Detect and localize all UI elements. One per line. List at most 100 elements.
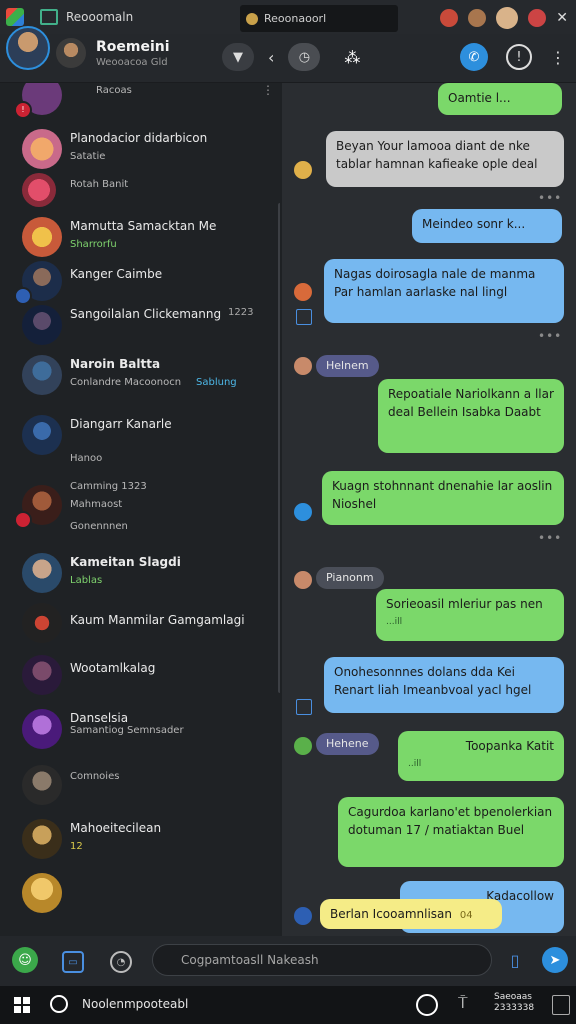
header-controls: ▼ ‹ ◷ ⁂ [222, 43, 360, 71]
avatar [22, 553, 62, 593]
conversation-item[interactable] [0, 869, 270, 925]
header-actions: ✆ ! ⋮ [460, 43, 566, 71]
message-bubble[interactable]: Berlan Icooamnlisan 04 [320, 899, 502, 929]
message-bubble[interactable]: Repoatiale Nariolkann a llar deal Bellei… [378, 379, 564, 453]
more-icon[interactable]: ••• [538, 329, 562, 343]
send-icon[interactable]: ➤ [542, 947, 568, 973]
avatar [22, 603, 62, 643]
chat-header: Roemeini Weooacoa Gld ▼ ‹ ◷ ⁂ ✆ ! ⋮ [0, 26, 576, 83]
conversation-name: Mamutta Samacktan Me [70, 219, 217, 233]
message-bubble[interactable]: Meindeo sonr k... [412, 209, 562, 243]
conversation-name: Kameitan Slagdi [70, 555, 181, 569]
message-bubble[interactable]: Onohesonnnes dolans dda Kei Renart liah … [324, 657, 564, 713]
message-bubble[interactable]: Sorieoasil mleriur pas nen ...ill [376, 589, 564, 641]
search-icon[interactable] [50, 995, 68, 1013]
conversation-item[interactable]: Naroin Baltta Conlandre Macoonocn Sablun… [0, 351, 270, 407]
attach-icon[interactable] [296, 699, 312, 715]
conversation-name: Danselsia [70, 711, 129, 725]
more-icon[interactable]: ••• [538, 531, 562, 545]
sender-name-pill: Pianonm [316, 567, 384, 589]
tab-icon [246, 12, 258, 25]
avatar-icon[interactable] [496, 7, 519, 29]
conversation-preview: Gonennnen [70, 521, 128, 532]
conversation-preview: 12 [70, 841, 83, 852]
conversation-tag: Sablung [196, 377, 237, 388]
conversation-name: Wootamlkalag [70, 661, 156, 675]
conversation-preview: Hanoo [70, 453, 103, 464]
avatar [22, 415, 62, 455]
more-icon[interactable]: ⋮ [262, 83, 274, 97]
emoji-icon[interactable]: ◔ [110, 951, 132, 973]
more-icon[interactable]: ⋮ [550, 48, 566, 67]
sender-avatar [294, 503, 312, 521]
message-text: Cagurdoa karlano'et bpenolerkian dotuman… [348, 805, 553, 837]
sender-avatar [294, 571, 312, 589]
filter-icon[interactable]: ▼ [222, 43, 254, 71]
conversation-item[interactable]: Sangoilalan Clickemanng 1223 [0, 301, 270, 357]
conversation-title: Roemeini [96, 39, 170, 55]
taskbar-clock[interactable]: Saeoaas 2333338 [494, 992, 534, 1014]
sender-avatar [294, 357, 312, 375]
notification-icon[interactable] [552, 995, 570, 1015]
minimize-icon[interactable] [440, 9, 459, 27]
share-icon[interactable]: ⁂ [344, 48, 360, 67]
info-icon[interactable]: ! [506, 44, 532, 70]
avatar-icon[interactable] [468, 9, 487, 27]
message-bubble[interactable]: Oamtie l... [438, 83, 562, 115]
conversation-name: Camming 1323 [70, 481, 147, 492]
conversation-preview: Rotah Banit [70, 179, 129, 190]
sender-avatar [294, 161, 312, 179]
conversation-name: Comnoies [70, 771, 120, 782]
mic-icon[interactable]: ▯ [502, 947, 528, 973]
secondary-tab[interactable]: Reoonaoorl [240, 5, 398, 32]
attach-icon[interactable]: ▭ [62, 951, 84, 973]
conversation-item[interactable]: Comnoies [0, 761, 270, 817]
call-icon[interactable]: ✆ [460, 43, 488, 71]
tab-icon [40, 9, 58, 25]
attach-icon[interactable] [296, 309, 312, 325]
back-icon[interactable]: ‹ [268, 48, 274, 67]
conversation-item[interactable]: Mahoeitecilean 12 [0, 815, 270, 871]
contact-avatar[interactable] [56, 38, 86, 68]
clock-time: Saeoaas [494, 992, 532, 1002]
conversation-count: 1223 [228, 307, 254, 318]
conversation-preview: Racoas [96, 85, 132, 96]
sidebar-scrollbar[interactable] [278, 203, 280, 693]
more-icon[interactable]: ••• [538, 191, 562, 205]
window-controls: ✕ [440, 7, 568, 29]
taskbar-search-label[interactable]: Noolenmpooteabl [82, 997, 188, 1011]
message-bubble[interactable]: Toopanka Katit ..ill [398, 731, 564, 781]
conversation-item[interactable]: Wootamlkalag [0, 651, 270, 707]
sender-avatar [294, 907, 312, 925]
message-bubble[interactable]: Nagas doirosagla nale de manma Par hamla… [324, 259, 564, 323]
conversation-subtitle: Weooacoa Gld [96, 57, 168, 68]
profile-avatar[interactable] [6, 26, 50, 70]
message-bubble[interactable]: Kuagn stohnnant dnenahie lar aoslin Nios… [322, 471, 564, 525]
conversation-item[interactable]: ! Racoas ⋮ [0, 83, 274, 127]
message-input[interactable]: Cogpamtoasll Nakeash [152, 944, 492, 976]
avatar [22, 765, 62, 805]
windows-start-icon[interactable] [14, 997, 30, 1013]
message-text: Kuagn stohnnant dnenahie lar aoslin Nios… [332, 479, 553, 511]
message-text: Berlan Icooamnlisan [330, 907, 453, 921]
new-chat-icon[interactable]: ☺ [12, 947, 38, 973]
os-taskbar: Noolenmpooteabl ⍑ Saeoaas 2333338 [0, 986, 576, 1024]
close-icon[interactable]: ✕ [556, 10, 568, 26]
message-bubble[interactable]: Cagurdoa karlano'et bpenolerkian dotuman… [338, 797, 564, 867]
conversation-preview: Mahmaost [70, 499, 123, 510]
conversation-item[interactable]: Danselsia Samantiog Semnsader [0, 705, 270, 761]
conversation-item[interactable]: Diangarr Kanarle Hanoo [0, 411, 270, 467]
conversation-name: Planodacior didarbicon [70, 131, 208, 145]
conversation-name: Mahoeitecilean [70, 821, 162, 835]
timer-icon[interactable] [416, 994, 438, 1016]
message-bubble[interactable]: Beyan Your lamooa diant de nke tablar ha… [326, 131, 564, 187]
avatar [22, 173, 56, 207]
conversation-item[interactable]: Kameitan Slagdi Lablas [0, 549, 270, 605]
avatar-icon[interactable] [528, 9, 547, 27]
timer-icon[interactable]: ◷ [288, 43, 321, 71]
pin-icon[interactable]: ⍑ [458, 993, 468, 1013]
conversation-item[interactable]: Camming 1323 Mahmaost Gonennnen [0, 481, 270, 537]
conversation-item[interactable]: Kaum Manmilar Gamgamlagi [0, 599, 270, 655]
avatar [22, 873, 62, 913]
sender-name-pill: Hehene [316, 733, 379, 755]
